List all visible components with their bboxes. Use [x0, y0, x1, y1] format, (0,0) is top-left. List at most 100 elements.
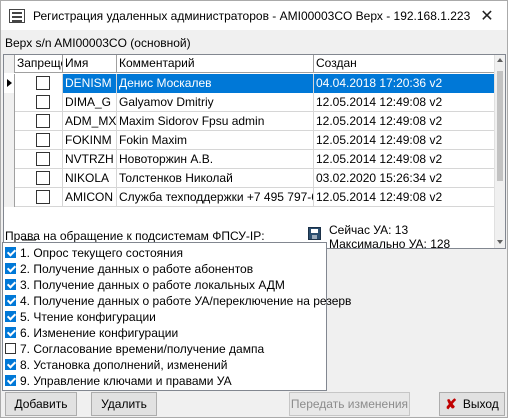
permission-checkbox[interactable]	[5, 327, 16, 338]
table-row[interactable]: DENISM Денис Москалев 04.04.2018 17:20:36 …	[4, 74, 496, 93]
title-bar: Регистрация удаленных администраторов - …	[0, 0, 508, 30]
name-cell[interactable]: NIKOLA	[63, 169, 117, 188]
scroll-up-icon[interactable]	[497, 58, 503, 62]
banned-checkbox[interactable]	[36, 190, 50, 204]
table-row[interactable]: NIKOLA Толстенков Николай 03.02.2020 15:26…	[4, 169, 496, 188]
header-indicator	[4, 55, 15, 73]
permission-item[interactable]: 2. Получение данных о работе абонентов	[5, 261, 254, 276]
max-ua-count: Максимально УА: 128	[329, 237, 451, 251]
table-row[interactable]: FOKINM Fokin Maxim 12.05.2014 12:49:08 v2	[4, 131, 496, 150]
row-indicator[interactable]	[4, 74, 15, 93]
rights-list[interactable]: 1. Опрос текущего состояния 2. Получение …	[2, 242, 351, 391]
table-row[interactable]: DIMA_G Galyamov Dmitriy 12.05.2014 12:49:0…	[4, 93, 496, 112]
permission-label: 6. Изменение конфигурации	[20, 325, 179, 340]
permission-checkbox[interactable]	[5, 295, 16, 306]
banned-checkbox[interactable]	[36, 152, 50, 166]
name-cell[interactable]: AMICON	[63, 188, 117, 207]
banned-cell	[15, 112, 63, 131]
save-icon[interactable]	[308, 227, 321, 240]
banned-checkbox[interactable]	[36, 95, 50, 109]
permission-label: 1. Опрос текущего состояния	[20, 245, 183, 260]
col-header-banned[interactable]: Запрещен	[15, 55, 63, 73]
rights-label: Права на обращение к подсистемам ФПСУ-IP…	[5, 229, 265, 243]
name-cell[interactable]: ADM_MX	[63, 112, 117, 131]
col-header-comment[interactable]: Комментарий	[117, 55, 314, 73]
banned-checkbox[interactable]	[36, 76, 50, 90]
created-cell[interactable]: 12.05.2014 12:49:08 v2	[314, 150, 496, 169]
created-cell[interactable]: 04.04.2018 17:20:36 v2	[314, 74, 496, 93]
created-cell[interactable]: 12.05.2014 12:49:08 v2	[314, 93, 496, 112]
banned-cell	[15, 188, 63, 207]
comment-cell[interactable]: Maxim Sidorov Fpsu admin	[117, 112, 314, 131]
window-icon	[9, 8, 25, 23]
comment-cell[interactable]: Денис Москалев	[117, 74, 314, 93]
grid-header: Запрещен Имя Комментарий Создан	[4, 55, 505, 73]
row-indicator[interactable]	[4, 188, 15, 207]
permission-checkbox[interactable]	[5, 247, 16, 258]
permission-item[interactable]: 5. Чтение конфигурации	[5, 309, 156, 324]
name-cell[interactable]: NVTRZH	[63, 150, 117, 169]
banned-checkbox[interactable]	[36, 133, 50, 147]
permission-checkbox[interactable]	[5, 311, 16, 322]
current-ua-count: Сейчас УА: 13	[329, 223, 409, 237]
row-indicator[interactable]	[4, 112, 15, 131]
comment-cell[interactable]: Новоторжин А.В.	[117, 150, 314, 169]
permission-label: 2. Получение данных о работе абонентов	[20, 261, 254, 276]
permission-item[interactable]: 4. Получение данных о работе УА/переключ…	[5, 293, 352, 308]
name-cell[interactable]: FOKINM	[63, 131, 117, 150]
banned-checkbox[interactable]	[36, 171, 50, 185]
permission-item[interactable]: 6. Изменение конфигурации	[5, 325, 179, 340]
permission-checkbox[interactable]	[5, 279, 16, 290]
comment-cell[interactable]: Толстенков Николай	[117, 169, 314, 188]
grid-vertical-scrollbar[interactable]	[494, 55, 505, 248]
name-cell[interactable]: DIMA_G	[63, 93, 117, 112]
window-title: Регистрация удаленных администраторов - …	[33, 8, 471, 23]
created-cell[interactable]: 03.02.2020 15:26:34 v2	[314, 169, 496, 188]
permission-item[interactable]: 7. Согласование времени/получение дампа	[5, 341, 265, 356]
scroll-down-icon[interactable]	[497, 240, 503, 244]
permission-checkbox[interactable]	[5, 375, 16, 386]
permission-label: 9. Управление ключами и правами УА	[20, 373, 232, 388]
row-indicator[interactable]	[4, 150, 15, 169]
permission-item[interactable]: 8. Установка дополнений, изменений	[5, 357, 228, 372]
admins-grid[interactable]: Запрещен Имя Комментарий Создан DENISMДе…	[3, 54, 506, 249]
permission-label: 8. Установка дополнений, изменений	[20, 357, 228, 372]
banned-cell	[15, 131, 63, 150]
window-body: Верх s/n AMI00003CO (основной) Запрещен …	[0, 30, 508, 418]
permission-checkbox[interactable]	[5, 263, 16, 274]
table-row[interactable]: AMICON Служба техподдержки +7 495 797-64 1…	[4, 188, 496, 207]
send-changes-button[interactable]: Передать изменения	[289, 392, 410, 416]
created-cell[interactable]: 12.05.2014 12:49:08 v2	[314, 188, 496, 207]
row-indicator[interactable]	[4, 93, 15, 112]
permission-item[interactable]: 3. Получение данных о работе локальных А…	[5, 277, 285, 292]
col-header-created[interactable]: Создан	[314, 55, 496, 73]
permission-label: 4. Получение данных о работе УА/переключ…	[20, 293, 352, 308]
name-cell[interactable]: DENISM	[63, 74, 117, 93]
row-indicator[interactable]	[4, 169, 15, 188]
scroll-thumb[interactable]	[497, 71, 503, 181]
banned-cell	[15, 93, 63, 112]
banned-checkbox[interactable]	[36, 114, 50, 128]
table-row[interactable]: ADM_MX Maxim Sidorov Fpsu admin 12.05.2014…	[4, 112, 496, 131]
exit-button[interactable]: ✘ Выход	[439, 392, 505, 416]
add-button[interactable]: Добавить	[5, 392, 77, 416]
permission-item[interactable]: 1. Опрос текущего состояния	[5, 245, 183, 260]
col-header-name[interactable]: Имя	[63, 55, 117, 73]
comment-cell[interactable]: Fokin Maxim	[117, 131, 314, 150]
permission-label: 3. Получение данных о работе локальных А…	[20, 277, 285, 292]
permission-item[interactable]: 9. Управление ключами и правами УА	[5, 373, 232, 388]
created-cell[interactable]: 12.05.2014 12:49:08 v2	[314, 112, 496, 131]
permission-checkbox[interactable]	[5, 359, 16, 370]
row-indicator[interactable]	[4, 131, 15, 150]
permission-label: 5. Чтение конфигурации	[20, 309, 156, 324]
exit-button-label: Выход	[462, 397, 499, 411]
created-cell[interactable]: 12.05.2014 12:49:08 v2	[314, 131, 496, 150]
delete-button[interactable]: Удалить	[91, 392, 157, 416]
permission-checkbox[interactable]	[5, 343, 16, 354]
comment-cell[interactable]: Galyamov Dmitriy	[117, 93, 314, 112]
banned-cell	[15, 169, 63, 188]
close-button[interactable]: ✕	[467, 1, 507, 31]
table-row[interactable]: NVTRZH Новоторжин А.В. 12.05.2014 12:49:08…	[4, 150, 496, 169]
permission-label: 7. Согласование времени/получение дампа	[20, 341, 265, 356]
comment-cell[interactable]: Служба техподдержки +7 495 797-64	[117, 188, 314, 207]
